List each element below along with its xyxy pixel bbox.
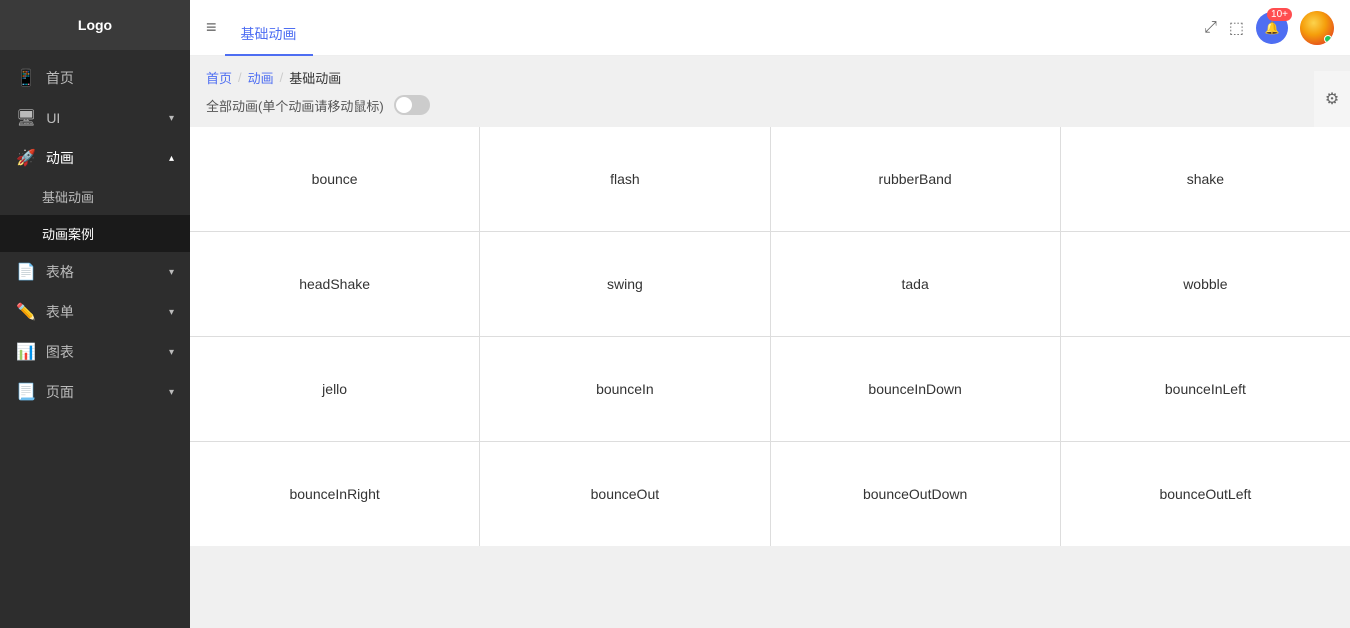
breadcrumb-sep1: /: [238, 70, 242, 85]
logo-text: Logo: [78, 17, 112, 33]
chevron-down-icon: ▾: [169, 267, 174, 278]
sidebar-item-table[interactable]: 📄 表格 ▾: [0, 252, 190, 292]
notification-icon: 🔔: [1265, 21, 1280, 35]
sidebar-item-basic-animation[interactable]: 基础动画: [0, 178, 190, 215]
animation-card-shake[interactable]: shake: [1061, 127, 1350, 231]
sidebar-item-label: 表格: [46, 262, 74, 282]
animation-cases-label: 动画案例: [42, 224, 94, 243]
sidebar-item-chart[interactable]: 📊 图表 ▾: [0, 332, 190, 372]
animation-card-bounce[interactable]: bounce: [190, 127, 479, 231]
settings-button[interactable]: ⚙: [1314, 71, 1350, 127]
form-icon: ✏️: [16, 302, 36, 322]
screen-icon[interactable]: ⬚: [1229, 18, 1244, 38]
animation-card-bounceinleft[interactable]: bounceInLeft: [1061, 337, 1350, 441]
table-icon: 📄: [16, 262, 36, 282]
sidebar-item-form[interactable]: ✏️ 表单 ▾: [0, 292, 190, 332]
sidebar-item-ui[interactable]: 🖥 UI ▾: [0, 98, 190, 138]
breadcrumb-animation[interactable]: 动画: [248, 68, 274, 87]
breadcrumb-sep2: /: [280, 70, 284, 85]
breadcrumb: 首页 / 动画 / 基础动画: [190, 56, 1350, 95]
toggle-label: 全部动画(单个动画请移动鼠标): [206, 96, 384, 115]
chevron-down-icon: ▾: [169, 387, 174, 398]
chevron-down-icon: ▾: [169, 307, 174, 318]
notification-badge: 10+: [1267, 8, 1292, 21]
tab-basic-animation[interactable]: 基础动画: [225, 14, 313, 56]
sidebar-nav: 📱 首页 🖥 UI ▾ 🚀 动画 ▴ 基础动画 动画案例 📄 表格 ▾ ✏️: [0, 50, 190, 628]
content-area: 首页 / 动画 / 基础动画 全部动画(单个动画请移动鼠标) ⚙ bouncef…: [190, 56, 1350, 628]
sidebar-item-label: 动画: [46, 148, 74, 168]
main-content: ≡ 基础动画 ⤢ ⬚ 🔔 10+ 首页 / 动画 / 基础动画: [190, 0, 1350, 628]
online-indicator: [1324, 35, 1332, 43]
home-icon: 📱: [16, 68, 36, 88]
animation-card-tada[interactable]: tada: [771, 232, 1060, 336]
toggle-row: 全部动画(单个动画请移动鼠标): [190, 95, 1350, 127]
chevron-up-icon: ▴: [169, 153, 174, 164]
chevron-down-icon: ▾: [169, 113, 174, 124]
animation-card-flash[interactable]: flash: [480, 127, 769, 231]
animation-card-bounceindown[interactable]: bounceInDown: [771, 337, 1060, 441]
page-icon: 📃: [16, 382, 36, 402]
sidebar-item-animation-cases[interactable]: 动画案例: [0, 215, 190, 252]
animation-card-rubberband[interactable]: rubberBand: [771, 127, 1060, 231]
menu-icon[interactable]: ≡: [206, 17, 217, 38]
animation-card-bounceoutleft[interactable]: bounceOutLeft: [1061, 442, 1350, 546]
notification-button[interactable]: 🔔 10+: [1256, 12, 1288, 44]
animation-grid: bounceflashrubberBandshake headShakeswing…: [190, 127, 1350, 546]
breadcrumb-current: 基础动画: [289, 68, 341, 87]
animation-card-bounceoutdown[interactable]: bounceOutDown: [771, 442, 1060, 546]
avatar-image: [1300, 11, 1334, 45]
expand-icon[interactable]: ⤢: [1204, 19, 1217, 37]
sidebar-item-label: 首页: [46, 68, 74, 88]
sidebar-item-label: UI: [46, 110, 60, 126]
sidebar-logo: Logo: [0, 0, 190, 50]
header: ≡ 基础动画 ⤢ ⬚ 🔔 10+: [190, 0, 1350, 56]
all-animation-toggle[interactable]: [394, 95, 430, 115]
animation-card-bounceinright[interactable]: bounceInRight: [190, 442, 479, 546]
sidebar-item-home[interactable]: 📱 首页: [0, 58, 190, 98]
animation-card-jello[interactable]: jello: [190, 337, 479, 441]
animation-icon: 🚀: [16, 148, 36, 168]
avatar[interactable]: [1300, 11, 1334, 45]
sidebar-item-page[interactable]: 📃 页面 ▾: [0, 372, 190, 412]
breadcrumb-home[interactable]: 首页: [206, 68, 232, 87]
basic-animation-label: 基础动画: [42, 187, 94, 206]
animation-card-bouncein[interactable]: bounceIn: [480, 337, 769, 441]
chevron-down-icon: ▾: [169, 347, 174, 358]
sidebar: Logo 📱 首页 🖥 UI ▾ 🚀 动画 ▴ 基础动画 动画案例 📄 表格: [0, 0, 190, 628]
ui-icon: 🖥: [16, 108, 36, 128]
animation-card-swing[interactable]: swing: [480, 232, 769, 336]
animation-card-headshake[interactable]: headShake: [190, 232, 479, 336]
animation-card-bounceout[interactable]: bounceOut: [480, 442, 769, 546]
sidebar-item-label: 图表: [46, 342, 74, 362]
sidebar-item-label: 表单: [46, 302, 74, 322]
sidebar-item-label: 页面: [46, 382, 74, 402]
animation-card-wobble[interactable]: wobble: [1061, 232, 1350, 336]
sidebar-item-animation[interactable]: 🚀 动画 ▴: [0, 138, 190, 178]
chart-icon: 📊: [16, 342, 36, 362]
header-right: ⤢ ⬚ 🔔 10+: [1204, 11, 1334, 45]
